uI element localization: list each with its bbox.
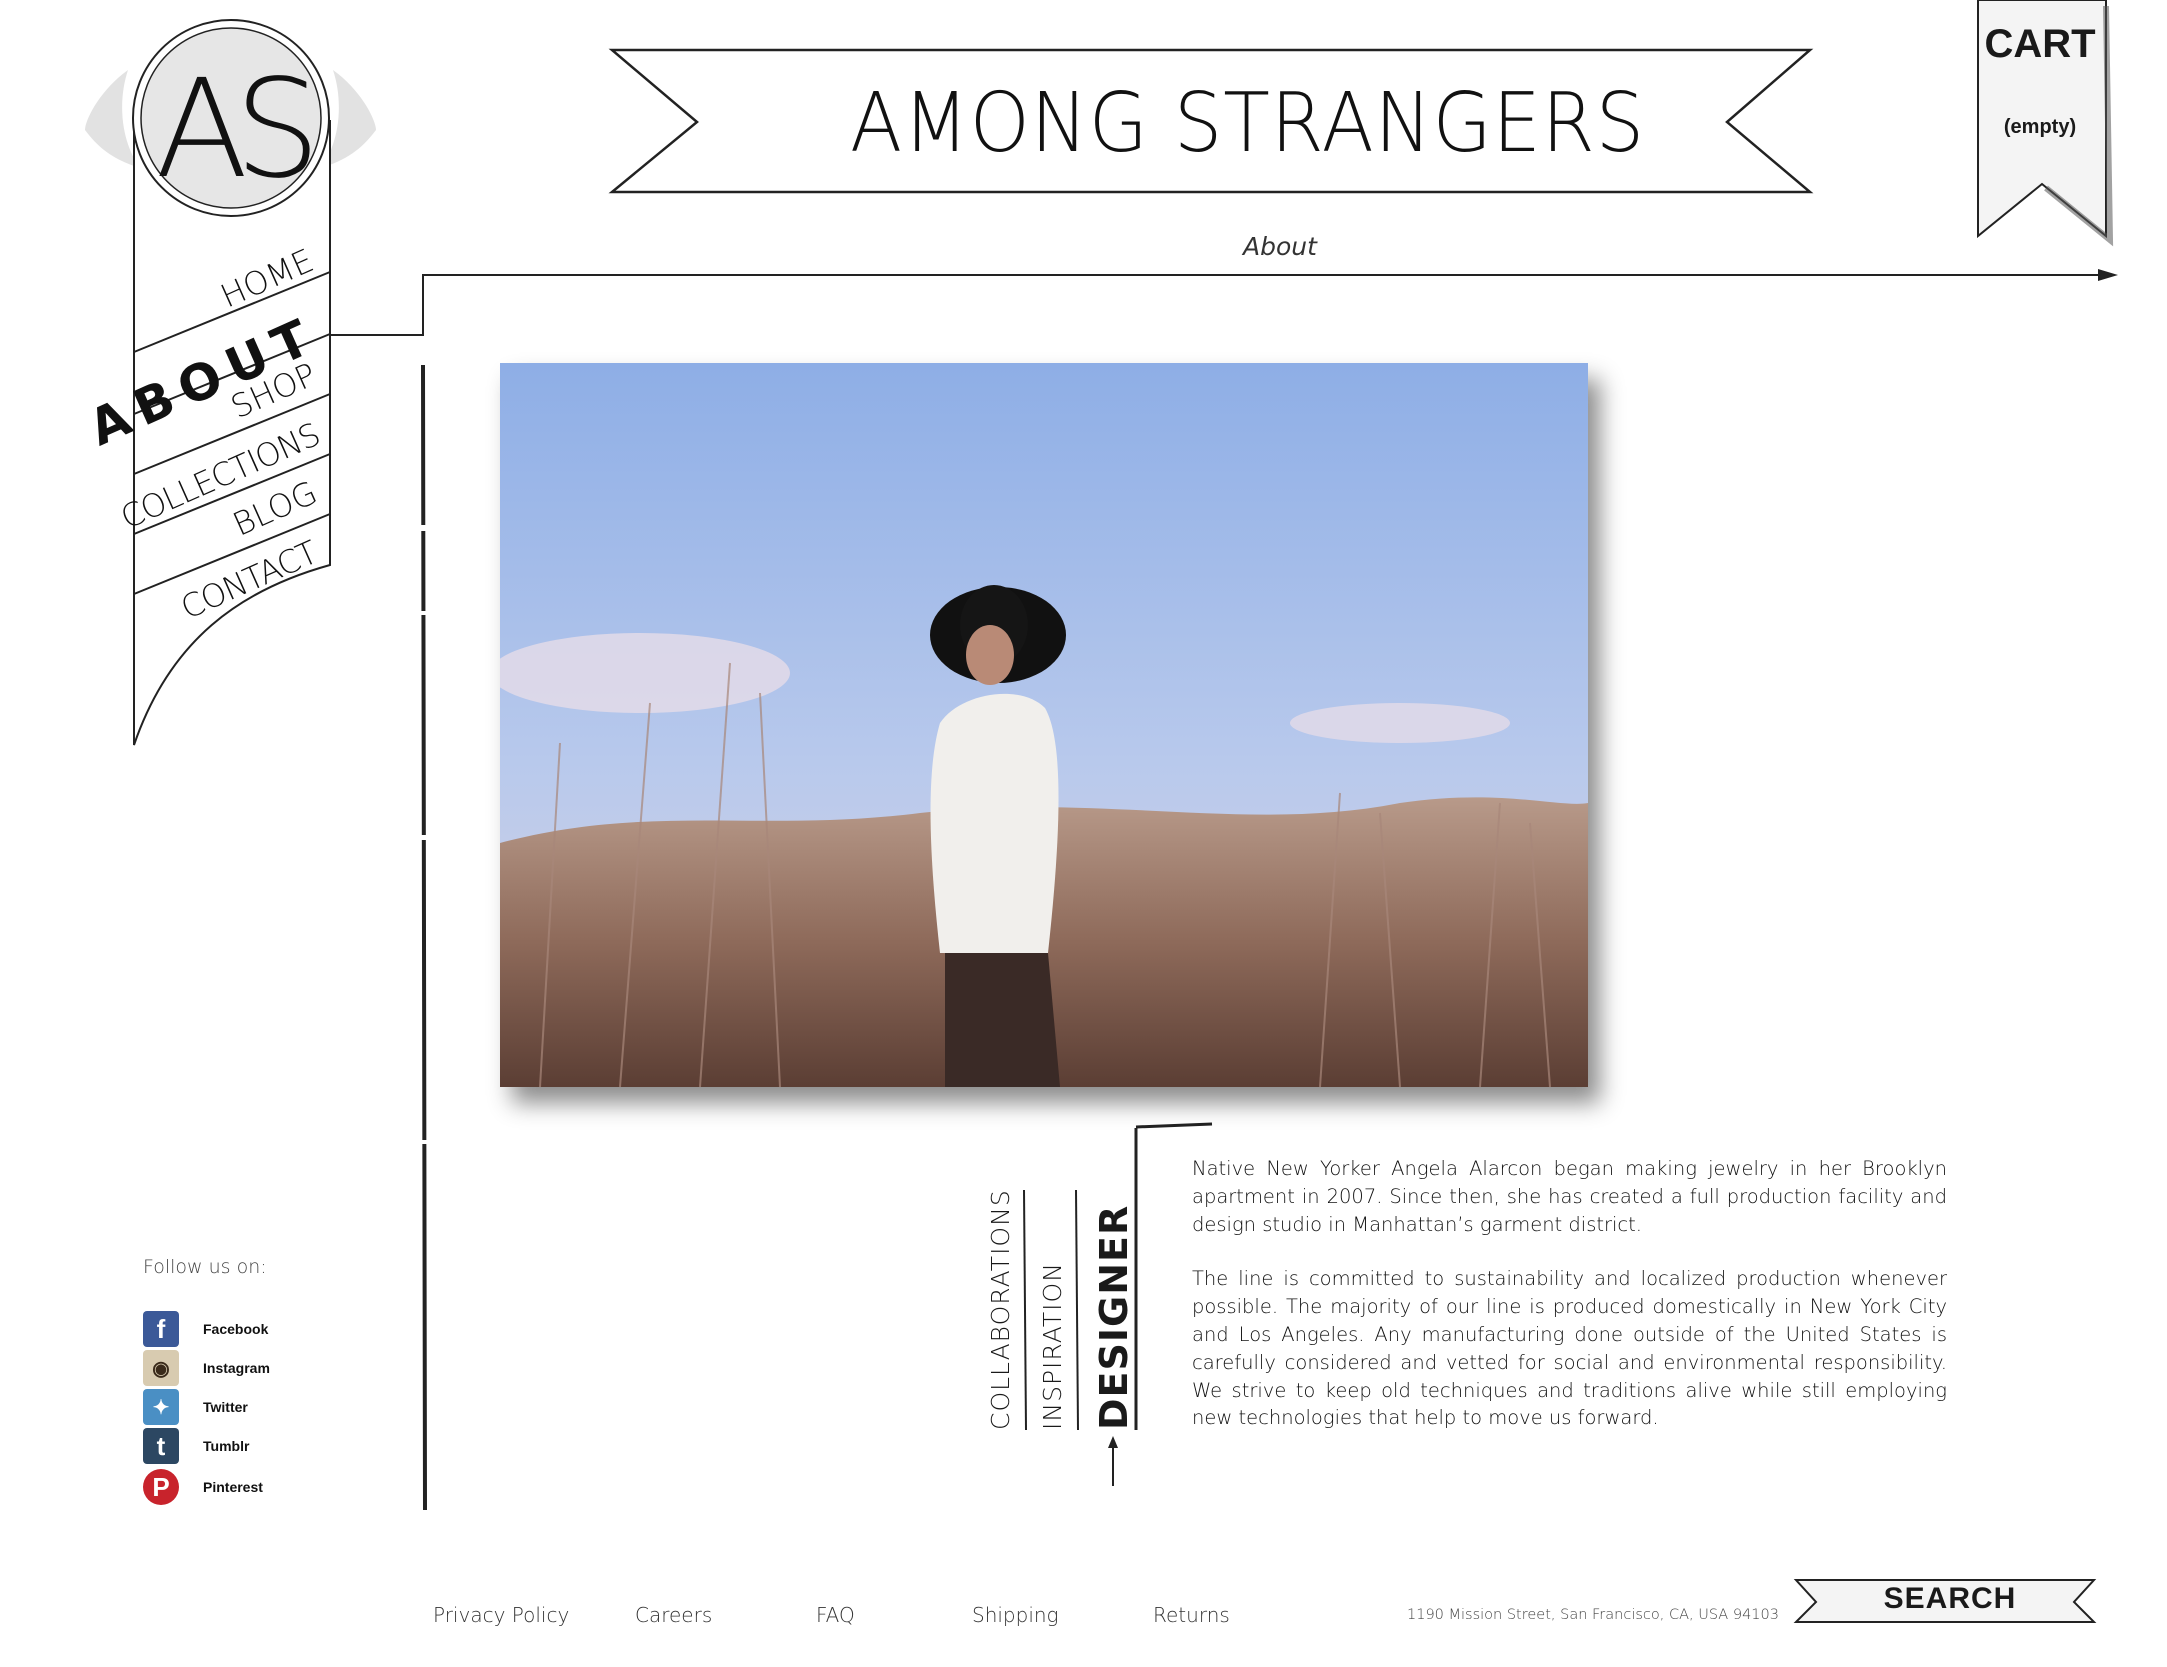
- designer-arrow: [1108, 1436, 1118, 1486]
- breadcrumb: About: [1243, 232, 1317, 261]
- pinterest-icon: P: [143, 1469, 179, 1505]
- social-label: Tumblr: [203, 1438, 250, 1454]
- footer-link-faq[interactable]: FAQ: [816, 1603, 855, 1627]
- designer-bio: Native New Yorker Angela Alarcon began m…: [1192, 1155, 1947, 1459]
- connector-arrowhead: [2098, 269, 2118, 281]
- footer-address: 1190 Mission Street, San Francisco, CA, …: [1407, 1607, 1779, 1623]
- footer-link-privacy-policy[interactable]: Privacy Policy: [433, 1603, 569, 1627]
- social-link-pinterest[interactable]: P Pinterest: [143, 1469, 263, 1505]
- facebook-icon: f: [143, 1311, 179, 1347]
- social-label: Instagram: [203, 1360, 270, 1376]
- follow-heading: Follow us on:: [143, 1256, 267, 1278]
- social-link-facebook[interactable]: f Facebook: [143, 1311, 268, 1347]
- site-title: AMONG STRANGERS: [849, 75, 1646, 171]
- content-rule: [421, 364, 427, 1511]
- cart-label[interactable]: CART: [1975, 22, 2105, 67]
- twitter-icon: ✦: [143, 1389, 179, 1425]
- social-link-tumblr[interactable]: t Tumblr: [143, 1428, 249, 1464]
- tab-collaborations[interactable]: COLLABORATIONS: [986, 1189, 1015, 1430]
- tab-inspiration[interactable]: INSPIRATION: [1038, 1262, 1067, 1430]
- social-label: Facebook: [203, 1321, 269, 1337]
- designer-photo: [500, 363, 1588, 1087]
- footer-link-shipping[interactable]: Shipping: [972, 1603, 1059, 1627]
- bio-paragraph-2: The line is committed to sustainability …: [1192, 1267, 1947, 1430]
- logo[interactable]: AS: [131, 40, 331, 220]
- social-label: Pinterest: [203, 1479, 263, 1495]
- bio-paragraph-1: Native New Yorker Angela Alarcon began m…: [1192, 1157, 1947, 1236]
- social-link-instagram[interactable]: ◉ Instagram: [143, 1350, 270, 1386]
- about-connector-line: [330, 274, 2106, 336]
- search-button[interactable]: SEARCH: [1800, 1582, 2100, 1616]
- instagram-icon: ◉: [143, 1350, 179, 1386]
- tab-designer[interactable]: DESIGNER: [1092, 1205, 1136, 1430]
- footer-link-returns[interactable]: Returns: [1153, 1603, 1230, 1627]
- cart-status: (empty): [2003, 116, 2077, 138]
- tumblr-icon: t: [143, 1428, 179, 1464]
- social-label: Twitter: [203, 1399, 248, 1415]
- social-link-twitter[interactable]: ✦ Twitter: [143, 1389, 248, 1425]
- footer-link-careers[interactable]: Careers: [635, 1603, 712, 1627]
